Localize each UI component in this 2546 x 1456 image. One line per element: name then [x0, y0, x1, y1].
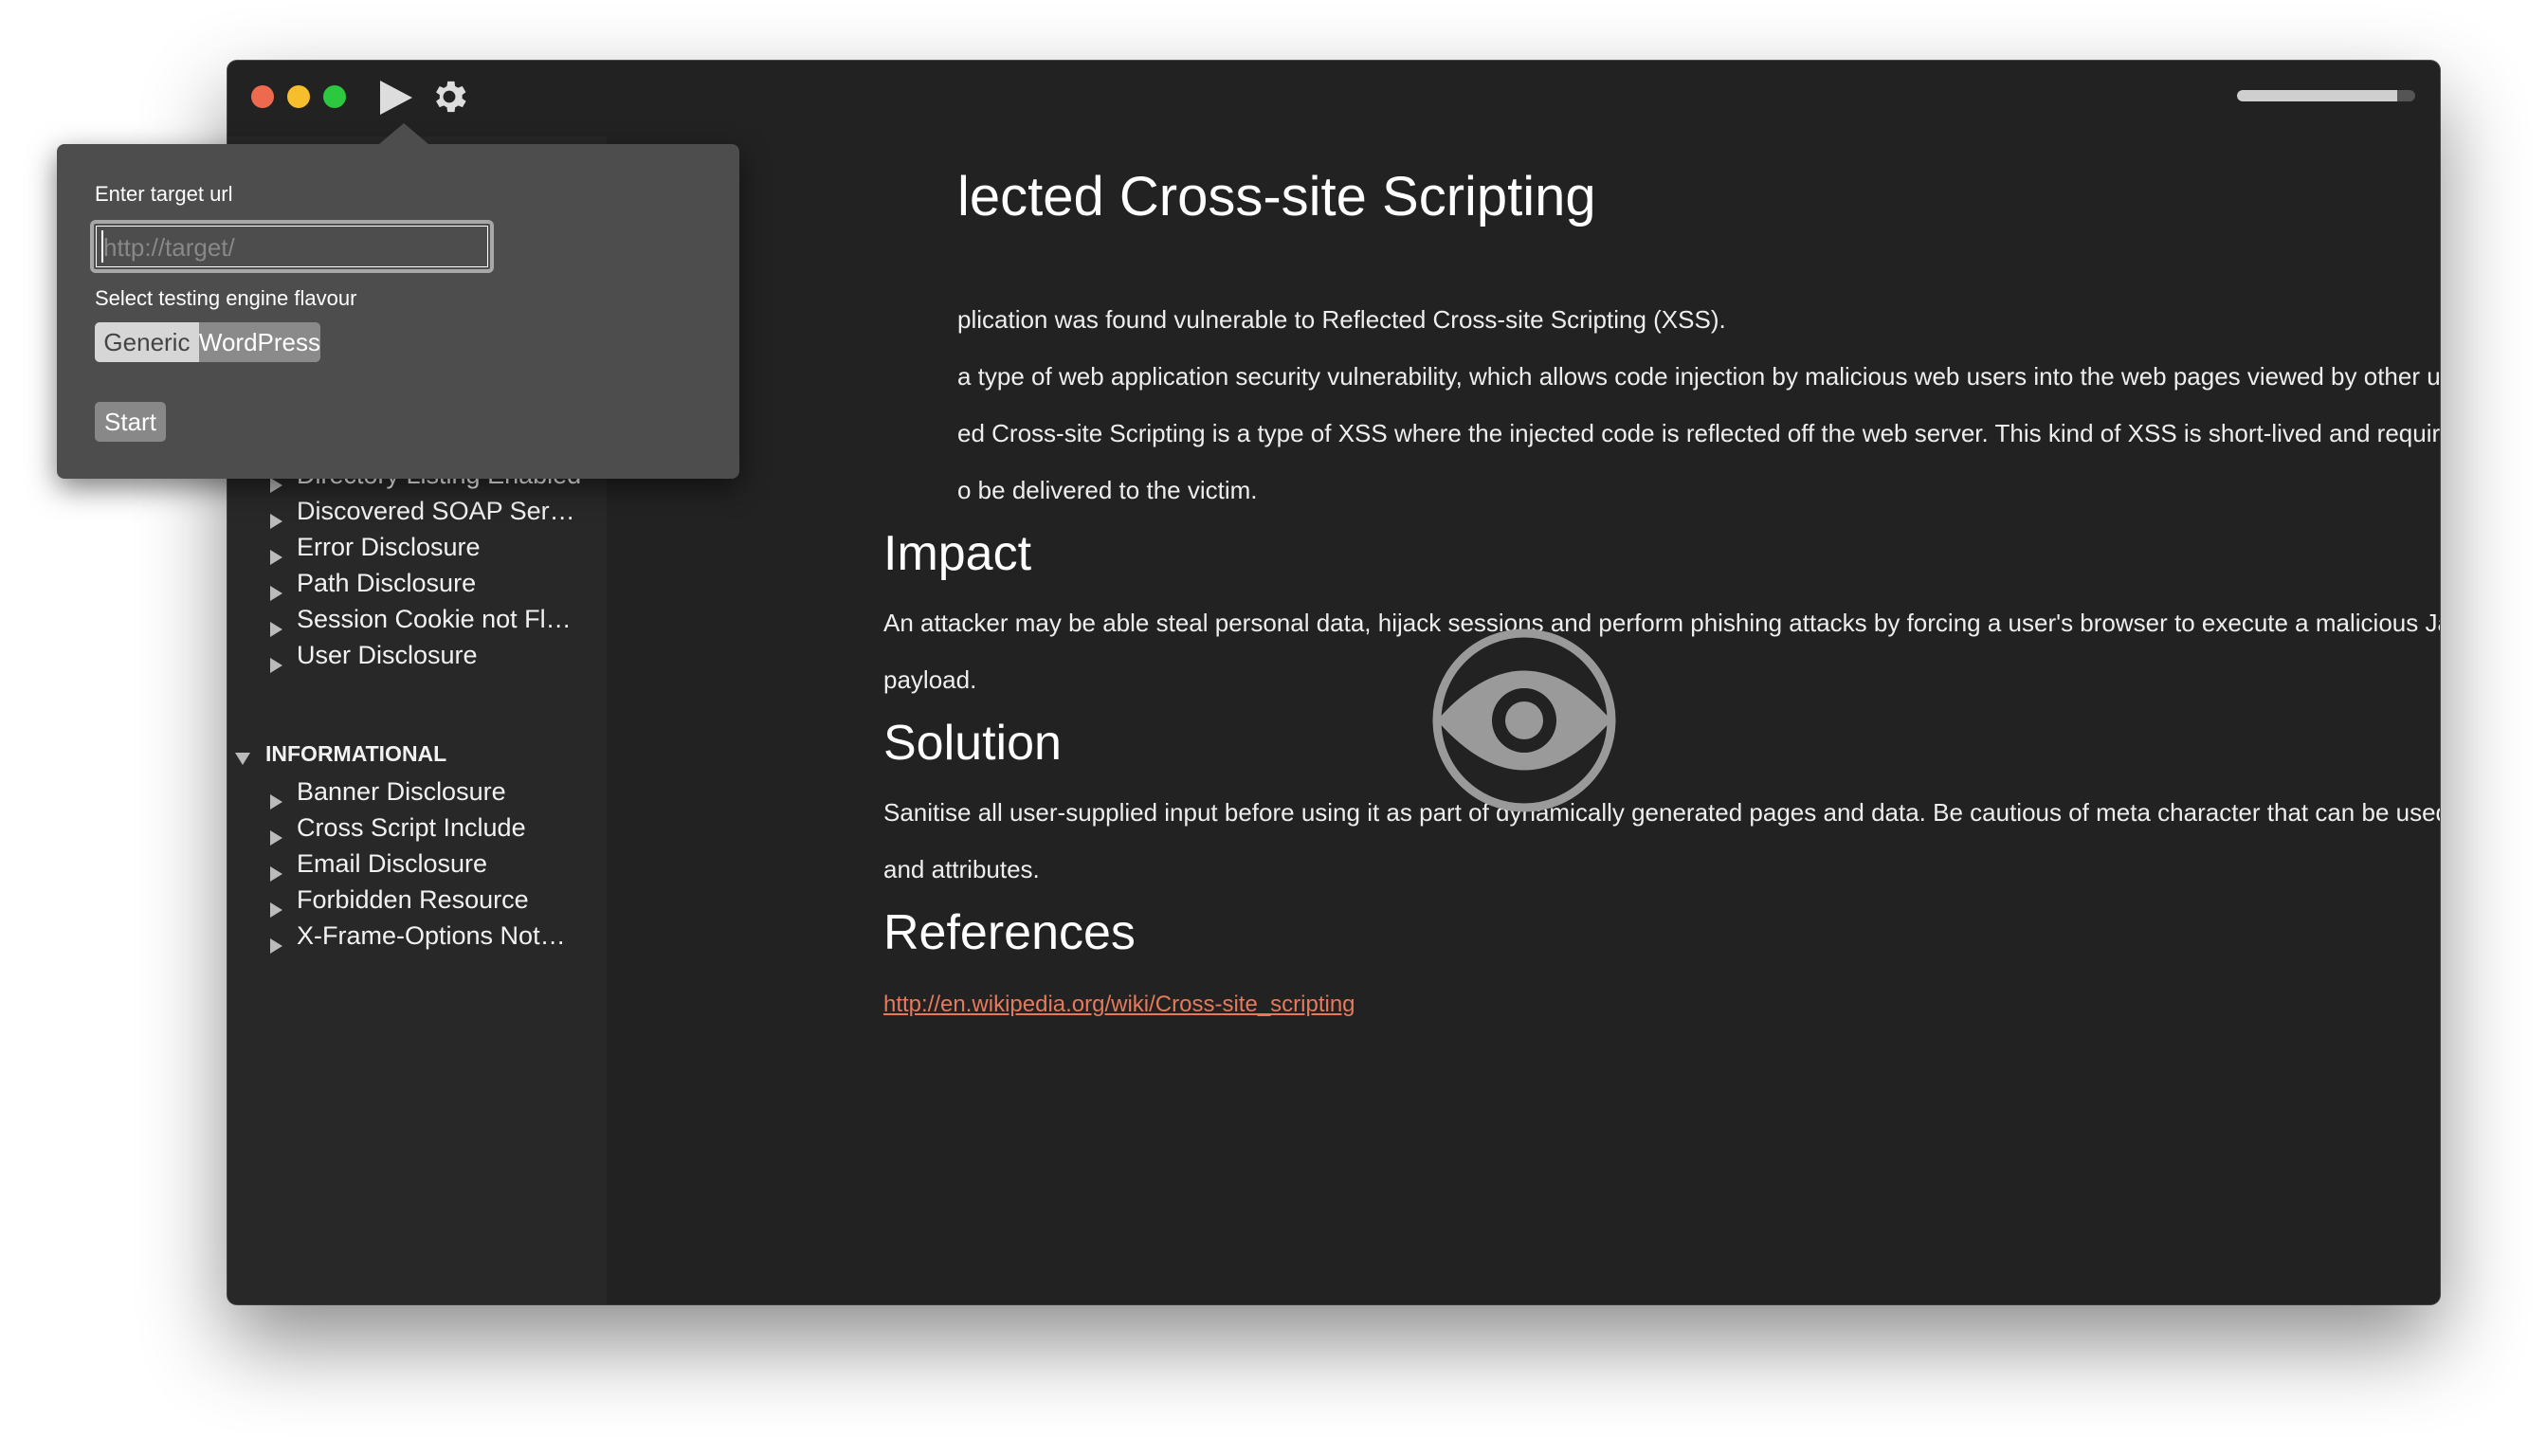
disclosure-triangle-icon[interactable]	[270, 586, 282, 601]
url-label: Enter target url	[95, 182, 233, 206]
intro-line: ed Cross-site Scripting is a type of XSS…	[957, 419, 2440, 447]
flavour-generic[interactable]: Generic	[95, 322, 199, 362]
reference-link[interactable]: http://en.wikipedia.org/wiki/Cross-site_…	[883, 992, 1355, 1018]
scan-popover: Enter target url http://target/ Select t…	[57, 123, 739, 479]
solution-line: and attributes.	[883, 855, 1040, 883]
flavour-label: Select testing engine flavour	[95, 286, 357, 310]
finding-item[interactable]: Cross Script Include	[297, 813, 526, 843]
finding-item[interactable]: X-Frame-Options Not…	[297, 921, 566, 951]
finding-item[interactable]: Discovered SOAP Ser…	[297, 497, 575, 526]
disclosure-triangle-icon[interactable]	[270, 902, 282, 918]
target-url-field[interactable]: http://target/	[90, 220, 494, 273]
scan-progress-bar	[2237, 90, 2415, 101]
finding-item[interactable]: Error Disclosure	[297, 533, 481, 562]
finding-item[interactable]: Path Disclosure	[297, 569, 476, 598]
intro-line: plication was found vulnerable to Reflec…	[957, 305, 1726, 334]
disclosure-triangle-icon[interactable]	[270, 622, 282, 637]
flavour-wordpress[interactable]: WordPress	[198, 322, 320, 362]
disclosure-triangle-icon[interactable]	[270, 830, 282, 846]
disclosure-triangle-icon[interactable]	[270, 866, 282, 882]
solution-heading: Solution	[883, 716, 1062, 771]
gear-icon[interactable]	[428, 76, 470, 118]
url-placeholder: http://target/	[103, 233, 235, 262]
finding-item[interactable]: Email Disclosure	[297, 849, 487, 879]
impact-heading: Impact	[883, 526, 1032, 581]
solution-line: Sanitise all user-supplied input before …	[883, 798, 2440, 827]
eye-icon	[1432, 628, 1616, 812]
collapse-triangle-icon	[235, 753, 250, 765]
finding-title: lected Cross-site Scripting	[957, 166, 1596, 228]
finding-item[interactable]: Session Cookie not Fl…	[297, 605, 572, 634]
close-button[interactable]	[251, 85, 274, 108]
finding-item[interactable]: Banner Disclosure	[297, 777, 506, 807]
finding-detail: lected Cross-site Scripting plication wa…	[607, 136, 2440, 1304]
finding-item[interactable]: User Disclosure	[297, 641, 478, 670]
disclosure-triangle-icon[interactable]	[270, 794, 282, 810]
section-label: INFORMATIONAL	[265, 741, 447, 766]
impact-line: payload.	[883, 665, 977, 694]
disclosure-triangle-icon[interactable]	[270, 658, 282, 673]
maximize-button[interactable]	[323, 85, 346, 108]
disclosure-triangle-icon[interactable]	[270, 938, 282, 954]
references-heading: References	[883, 905, 1136, 960]
intro-line: a type of web application security vulne…	[957, 362, 2440, 391]
disclosure-triangle-icon[interactable]	[270, 514, 282, 529]
finding-item[interactable]: Forbidden Resource	[297, 885, 529, 915]
play-icon[interactable]	[380, 81, 412, 115]
disclosure-triangle-icon[interactable]	[270, 550, 282, 565]
impact-line: An attacker may be able steal personal d…	[883, 609, 2440, 637]
start-button[interactable]: Start	[95, 402, 166, 442]
flavour-segmented-control: Generic WordPress	[95, 322, 320, 362]
minimize-button[interactable]	[287, 85, 310, 108]
intro-line: o be delivered to the victim.	[957, 476, 1258, 504]
